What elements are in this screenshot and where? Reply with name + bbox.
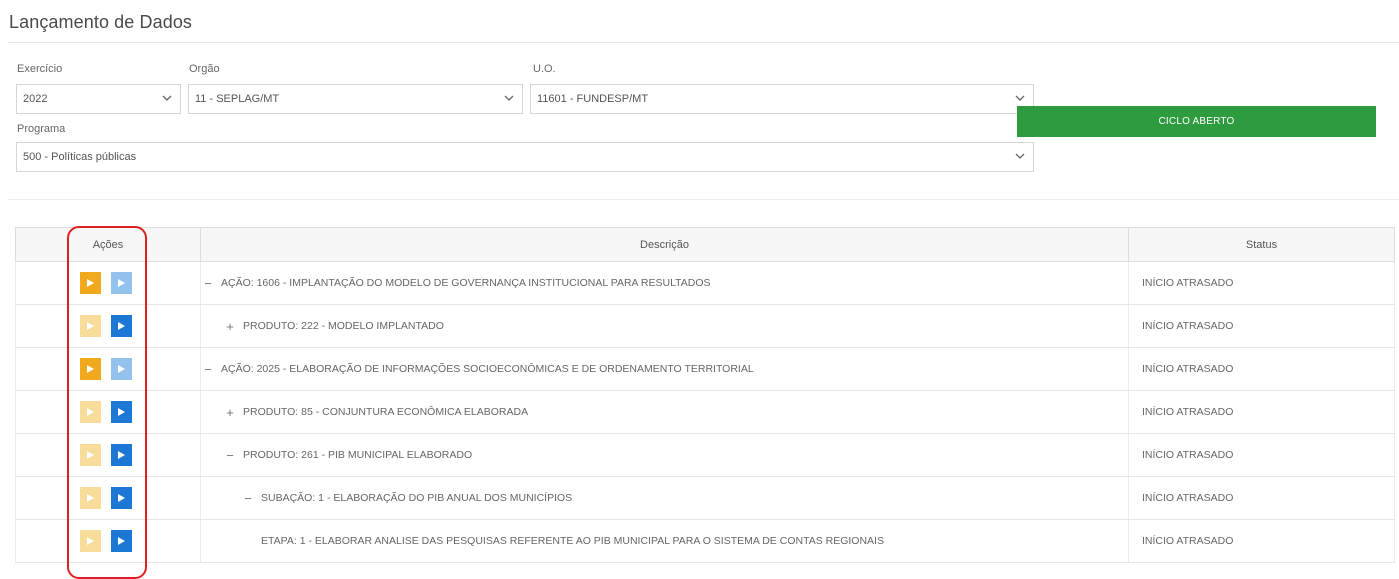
data-table: Ações Descrição Status − AÇÃO: 1606 - IMP… — [15, 227, 1395, 563]
descricao-cell: − PRODUTO: 261 - PIB MUNICIPAL ELABORADO — [200, 433, 1129, 477]
ciclo-aberto-button[interactable]: CICLO ABERTO — [1017, 106, 1376, 137]
programa-label: Programa — [17, 123, 66, 135]
exercicio-select[interactable]: 2022 — [16, 84, 181, 114]
document-play-icon[interactable] — [111, 487, 132, 509]
table-row: − AÇÃO: 1606 - IMPLANTAÇÃO DO MODELO DE G… — [15, 261, 1395, 305]
acoes-cell — [15, 433, 201, 477]
document-play-icon[interactable] — [111, 315, 132, 337]
uo-label: U.O. — [533, 63, 556, 75]
orgao-select[interactable]: 11 - SEPLAG/MT — [188, 84, 523, 114]
acoes-cell — [15, 347, 201, 391]
expand-icon[interactable]: + — [223, 319, 237, 334]
acoes-cell — [15, 261, 201, 305]
descricao-cell: ETAPA: 1 - ELABORAR ANALISE DAS PESQUISA… — [200, 519, 1129, 563]
description-text: PRODUTO: 85 - CONJUNTURA ECONÔMICA ELABO… — [243, 406, 529, 418]
chevron-down-icon — [162, 93, 172, 103]
chevron-down-icon — [1015, 151, 1025, 161]
descricao-cell: + PRODUTO: 222 - MODELO IMPLANTADO — [200, 304, 1129, 348]
uo-select[interactable]: 11601 - FUNDESP/MT — [530, 84, 1034, 114]
status-cell: INÍCIO ATRASADO — [1128, 347, 1395, 391]
collapse-icon[interactable]: − — [201, 362, 215, 377]
descricao-cell: − AÇÃO: 2025 - ELABORAÇÃO DE INFORMAÇÕES … — [200, 347, 1129, 391]
description-text: AÇÃO: 1606 - IMPLANTAÇÃO DO MODELO DE GO… — [221, 277, 711, 289]
header-status[interactable]: Status — [1128, 227, 1395, 262]
uo-value: 11601 - FUNDESP/MT — [537, 93, 649, 105]
document-play-icon[interactable] — [111, 358, 132, 380]
header-acoes[interactable]: Ações — [15, 227, 201, 262]
page-title: Lançamento de Dados — [9, 12, 193, 32]
play-icon[interactable] — [80, 444, 101, 466]
descricao-cell: + PRODUTO: 85 - CONJUNTURA ECONÔMICA ELAB… — [200, 390, 1129, 434]
acoes-cell — [15, 390, 201, 434]
chevron-down-icon — [1015, 93, 1025, 103]
description-text: PRODUTO: 261 - PIB MUNICIPAL ELABORADO — [243, 449, 473, 461]
collapse-icon[interactable]: − — [223, 448, 237, 463]
chevron-down-icon — [504, 93, 514, 103]
orgao-label: Orgão — [189, 63, 220, 75]
play-icon[interactable] — [80, 401, 101, 423]
acoes-cell — [15, 476, 201, 520]
collapse-icon[interactable]: − — [201, 276, 215, 291]
table-row: − SUBAÇÃO: 1 - ELABORAÇÃO DO PIB ANUAL DO… — [15, 476, 1395, 520]
table-row: − PRODUTO: 261 - PIB MUNICIPAL ELABORADO I… — [15, 433, 1395, 477]
document-play-icon[interactable] — [111, 530, 132, 552]
document-play-icon[interactable] — [111, 444, 132, 466]
descricao-cell: − AÇÃO: 1606 - IMPLANTAÇÃO DO MODELO DE G… — [200, 261, 1129, 305]
title-divider — [8, 42, 1399, 43]
status-cell: INÍCIO ATRASADO — [1128, 390, 1395, 434]
form-divider — [8, 199, 1399, 200]
play-icon[interactable] — [80, 315, 101, 337]
programa-value: 500 - Políticas públicas — [23, 151, 137, 163]
play-icon[interactable] — [80, 358, 101, 380]
acoes-cell — [15, 304, 201, 348]
play-icon[interactable] — [80, 530, 101, 552]
table-header-row: Ações Descrição Status — [15, 227, 1395, 262]
table-row: + PRODUTO: 222 - MODELO IMPLANTADO INÍCIO … — [15, 304, 1395, 348]
acoes-cell — [15, 519, 201, 563]
status-cell: INÍCIO ATRASADO — [1128, 519, 1395, 563]
status-cell: INÍCIO ATRASADO — [1128, 476, 1395, 520]
expand-icon[interactable]: + — [223, 405, 237, 420]
programa-select[interactable]: 500 - Políticas públicas — [16, 142, 1034, 172]
play-icon[interactable] — [80, 487, 101, 509]
description-text: SUBAÇÃO: 1 - ELABORAÇÃO DO PIB ANUAL DOS… — [261, 492, 573, 504]
description-text: AÇÃO: 2025 - ELABORAÇÃO DE INFORMAÇÕES S… — [221, 363, 754, 375]
status-cell: INÍCIO ATRASADO — [1128, 304, 1395, 348]
status-cell: INÍCIO ATRASADO — [1128, 433, 1395, 477]
collapse-icon[interactable]: − — [241, 491, 255, 506]
descricao-cell: − SUBAÇÃO: 1 - ELABORAÇÃO DO PIB ANUAL DO… — [200, 476, 1129, 520]
exercicio-label: Exercício — [17, 63, 63, 75]
document-play-icon[interactable] — [111, 272, 132, 294]
status-cell: INÍCIO ATRASADO — [1128, 261, 1395, 305]
table-row: ETAPA: 1 - ELABORAR ANALISE DAS PESQUISA… — [15, 519, 1395, 563]
document-play-icon[interactable] — [111, 401, 132, 423]
table-row: − AÇÃO: 2025 - ELABORAÇÃO DE INFORMAÇÕES … — [15, 347, 1395, 391]
description-text: PRODUTO: 222 - MODELO IMPLANTADO — [243, 320, 444, 332]
table-row: + PRODUTO: 85 - CONJUNTURA ECONÔMICA ELAB… — [15, 390, 1395, 434]
play-icon[interactable] — [80, 272, 101, 294]
exercicio-value: 2022 — [23, 93, 48, 105]
header-descricao[interactable]: Descrição — [200, 227, 1129, 262]
description-text: ETAPA: 1 - ELABORAR ANALISE DAS PESQUISA… — [261, 535, 884, 547]
orgao-value: 11 - SEPLAG/MT — [195, 93, 280, 105]
